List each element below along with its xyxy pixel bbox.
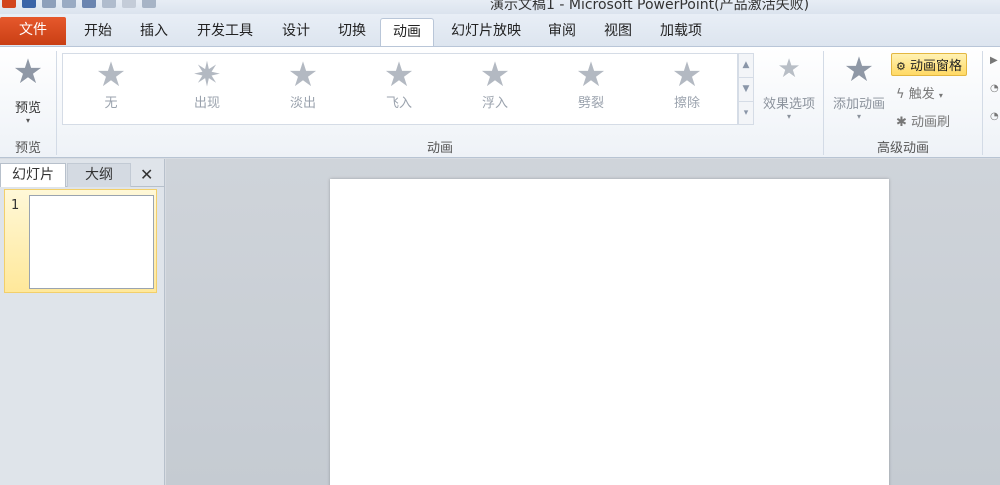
star-icon: ★ <box>287 55 319 95</box>
slide-editor <box>166 159 1000 485</box>
animation-label: 无 <box>104 96 118 111</box>
trigger-button[interactable]: ϟ 触发 ▾ <box>896 83 943 102</box>
animation-wipe[interactable]: ★ 擦除 <box>657 58 717 111</box>
slides-pane: 幻灯片 大纲 ✕ 1 <box>0 159 165 485</box>
scroll-down-icon[interactable]: ▼ <box>739 78 753 102</box>
group-label-animations: 动画 <box>426 141 453 156</box>
animation-label: 飞入 <box>385 96 412 111</box>
star-fly-icon: ★ <box>383 55 415 95</box>
dropdown-arrow-icon: ▾ <box>25 116 30 125</box>
star-icon: ★ <box>575 55 607 95</box>
redo-icon[interactable] <box>62 0 76 8</box>
animation-label: 擦除 <box>673 96 700 111</box>
animation-appear[interactable]: ✷ 出现 <box>177 58 237 111</box>
slides-pane-tabs: 幻灯片 大纲 ✕ <box>0 163 165 187</box>
title-bar: 演示文稿1 - Microsoft PowerPoint(产品激活失败) <box>0 0 1000 14</box>
animation-float-in[interactable]: ★ 浮入 <box>465 58 525 111</box>
timing-play-icon[interactable]: ▶ <box>990 55 998 66</box>
slide-thumbnail[interactable] <box>29 195 154 289</box>
effect-options-label: 效果选项 <box>762 97 815 112</box>
star-icon: ★ <box>95 55 127 95</box>
window-title: 演示文稿1 - Microsoft PowerPoint(产品激活失败) <box>490 0 810 13</box>
quick-tool-icon[interactable] <box>102 0 116 8</box>
gallery-scrollbar[interactable]: ▲ ▼ ▾ <box>738 53 754 125</box>
add-animation-button[interactable]: ★ 添加动画 ▾ <box>828 53 890 121</box>
ribbon: ★ 预览 ▾ 预览 ★ 无 ✷ 出现 ★ 淡出 ★ 飞入 ★ 浮入 ★ 劈裂 ★… <box>0 46 1000 158</box>
tab-developer[interactable]: 开发工具 <box>190 18 260 46</box>
group-label-advanced-animation: 高级动画 <box>876 141 929 156</box>
preview-label: 预览 <box>14 101 41 116</box>
animation-split[interactable]: ★ 劈裂 <box>561 58 621 111</box>
painter-icon: ✱ <box>896 115 907 130</box>
group-separator <box>56 51 57 155</box>
star-preview-icon: ★ <box>12 52 44 92</box>
star-burst-icon: ✷ <box>192 55 222 95</box>
slide-canvas[interactable] <box>330 179 889 485</box>
add-animation-label: 添加动画 <box>832 97 885 112</box>
animation-label: 出现 <box>193 96 220 111</box>
slide-thumbnail-row[interactable]: 1 <box>4 189 157 293</box>
close-icon[interactable]: ✕ <box>140 165 153 184</box>
animation-label: 浮入 <box>481 96 508 111</box>
save-icon[interactable] <box>22 0 36 8</box>
effect-options-button[interactable]: ★ 效果选项 ▾ <box>758 55 820 121</box>
star-effect-icon: ★ <box>777 54 801 84</box>
timing-icon[interactable]: ◔ <box>990 111 999 122</box>
animation-fade[interactable]: ★ 淡出 <box>273 58 333 111</box>
tab-file[interactable]: 文件 <box>0 17 66 45</box>
tab-design[interactable]: 设计 <box>274 18 318 46</box>
trigger-label: 触发 <box>908 87 935 102</box>
dropdown-arrow-icon: ▾ <box>786 112 791 121</box>
group-label-preview: 预览 <box>14 141 41 156</box>
lightning-icon: ϟ <box>896 87 905 102</box>
tab-animations[interactable]: 动画 <box>380 18 434 47</box>
animation-fly-in[interactable]: ★ 飞入 <box>369 58 429 111</box>
star-icon: ★ <box>671 55 703 95</box>
tab-review[interactable]: 审阅 <box>540 18 584 46</box>
group-separator <box>823 51 824 155</box>
ribbon-tabs: 文件 开始 插入 开发工具 设计 切换 动画 幻灯片放映 审阅 视图 加载项 <box>0 14 1000 47</box>
group-separator <box>982 51 983 155</box>
tab-slideshow[interactable]: 幻灯片放映 <box>444 18 528 46</box>
undo-icon[interactable] <box>42 0 56 8</box>
animation-painter-button[interactable]: ✱ 动画刷 <box>896 111 950 130</box>
quick-access-toolbar <box>2 0 156 8</box>
timing-icon[interactable]: ◔ <box>990 83 999 94</box>
animation-label: 劈裂 <box>577 96 604 111</box>
powerpoint-icon[interactable] <box>2 0 16 8</box>
tab-insert[interactable]: 插入 <box>132 18 176 46</box>
dropdown-arrow-icon: ▾ <box>938 91 943 100</box>
add-star-icon: ★ <box>843 50 875 90</box>
slide-number: 1 <box>11 198 20 213</box>
animation-none[interactable]: ★ 无 <box>81 58 141 111</box>
scroll-up-icon[interactable]: ▲ <box>739 54 753 78</box>
quick-tool-icon[interactable] <box>122 0 136 8</box>
dropdown-arrow-icon: ▾ <box>856 112 861 121</box>
animation-painter-label: 动画刷 <box>911 115 951 130</box>
animation-label: 淡出 <box>289 96 316 111</box>
preview-button[interactable]: ★ 预览 ▾ <box>6 55 50 125</box>
tab-slides[interactable]: 幻灯片 <box>0 163 66 187</box>
animation-pane-button[interactable]: ⚙ 动画窗格 <box>891 53 968 76</box>
gallery-more-icon[interactable]: ▾ <box>739 102 753 126</box>
tab-outline[interactable]: 大纲 <box>67 163 131 187</box>
tab-view[interactable]: 视图 <box>596 18 640 46</box>
customize-qat-icon[interactable] <box>142 0 156 8</box>
quick-tool-icon[interactable] <box>82 0 96 8</box>
animation-pane-icon: ⚙ <box>896 60 906 73</box>
tab-transitions[interactable]: 切换 <box>330 18 374 46</box>
tab-home[interactable]: 开始 <box>76 18 120 46</box>
animation-pane-label: 动画窗格 <box>910 59 963 74</box>
tab-addins[interactable]: 加载项 <box>654 18 708 46</box>
animation-gallery: ★ 无 ✷ 出现 ★ 淡出 ★ 飞入 ★ 浮入 ★ 劈裂 ★ 擦除 <box>62 53 738 125</box>
star-icon: ★ <box>479 55 511 95</box>
